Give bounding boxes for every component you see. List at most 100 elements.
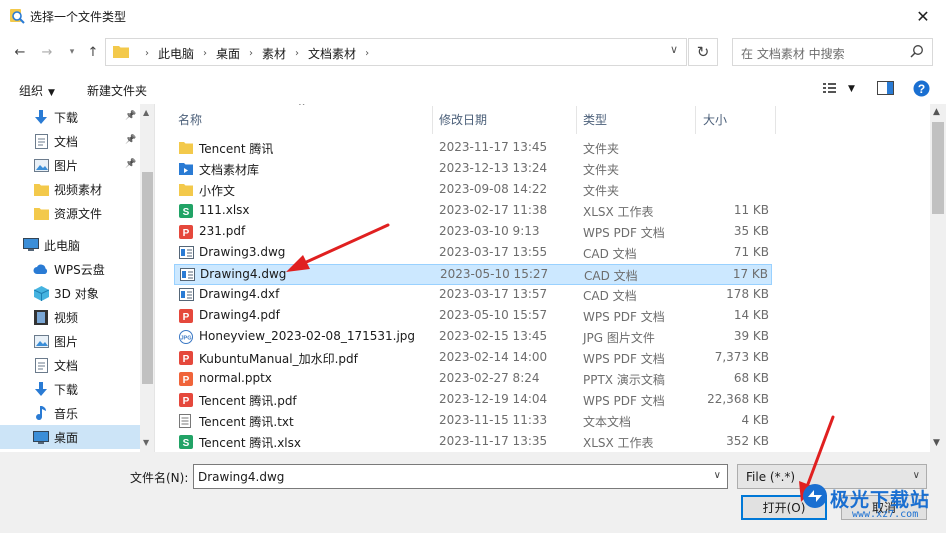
file-size: 71 KB bbox=[733, 245, 769, 259]
nav-item[interactable]: 文档 bbox=[33, 353, 78, 377]
cloud-icon bbox=[33, 261, 49, 277]
nav-item[interactable]: 视频素材 bbox=[33, 177, 102, 201]
table-row[interactable]: S 111.xlsx 2023-02-17 11:38 XLSX 工作表 11 KB bbox=[174, 201, 772, 222]
table-row[interactable]: P KubuntuManual_加水印.pdf 2023-02-14 14:00 WP… bbox=[174, 348, 772, 369]
breadcrumb-item[interactable]: 桌面 bbox=[216, 45, 240, 62]
chevron-down-icon: ∨ bbox=[912, 470, 920, 481]
table-row-selected[interactable]: Drawing4.dwg 2023-05-10 15:27 CAD 文档 17 KB bbox=[174, 264, 772, 285]
file-name: Tencent 腾讯.pdf bbox=[199, 394, 297, 408]
scroll-down-icon[interactable]: ▼ bbox=[933, 438, 940, 448]
recent-locations-button[interactable]: ▾ bbox=[62, 42, 82, 62]
organize-menu[interactable]: 组织 ▼ bbox=[19, 82, 55, 99]
breadcrumb-item[interactable]: 素材 bbox=[262, 45, 286, 62]
refresh-icon: ↻ bbox=[696, 43, 710, 61]
table-row[interactable]: 文档素材库 2023-12-13 13:24 文件夹 bbox=[174, 159, 772, 180]
file-type: 文件夹 bbox=[583, 163, 620, 177]
up-button[interactable]: ↑ bbox=[83, 42, 103, 62]
column-header-date[interactable]: 修改日期 bbox=[439, 104, 487, 134]
video-icon bbox=[33, 309, 49, 325]
chevron-right-icon[interactable]: › bbox=[295, 48, 299, 59]
breadcrumb-item[interactable]: 文档素材 bbox=[308, 45, 356, 62]
file-size: 14 KB bbox=[733, 308, 769, 322]
image-file-icon: JPG bbox=[179, 330, 193, 344]
nav-item-label: 桌面 bbox=[54, 430, 79, 445]
file-size: 39 KB bbox=[733, 329, 769, 343]
nav-scroll-thumb[interactable] bbox=[142, 172, 153, 384]
nav-item[interactable]: 图片 bbox=[33, 153, 78, 177]
table-row[interactable]: Tencent 腾讯 2023-11-17 13:45 文件夹 bbox=[174, 138, 772, 159]
nav-item[interactable]: 视频 bbox=[33, 305, 78, 329]
svg-text:?: ? bbox=[918, 82, 925, 96]
scroll-up-icon[interactable]: ▲ bbox=[933, 107, 940, 117]
nav-item[interactable]: 文档 bbox=[33, 129, 78, 153]
navigation-pane: 下载 📌 文档 📌 图片 📌 视频素材 资源文件 此电脑 WPS云盘 3D 对象 视频 图片 文档 下载 音乐… bbox=[0, 104, 155, 452]
table-row[interactable]: 小作文 2023-09-08 14:22 文件夹 bbox=[174, 180, 772, 201]
preview-pane-icon[interactable] bbox=[877, 81, 894, 96]
nav-item[interactable]: WPS云盘 bbox=[33, 257, 105, 281]
refresh-button[interactable]: ↻ bbox=[688, 38, 718, 66]
nav-item[interactable]: 下载 bbox=[33, 377, 78, 401]
chevron-down-icon[interactable]: ∨ bbox=[714, 470, 721, 481]
sort-ascending-icon: ^ bbox=[298, 104, 306, 112]
nav-item[interactable]: 桌面 bbox=[0, 425, 140, 449]
filename-input[interactable]: Drawing4.dwg ∨ bbox=[193, 464, 728, 489]
nav-scroll-down-icon[interactable]: ▼ bbox=[143, 438, 149, 447]
computer-icon bbox=[23, 237, 39, 253]
special-folder-icon bbox=[179, 162, 193, 176]
search-input[interactable]: 在 文档素材 中搜索 bbox=[732, 38, 933, 66]
table-row[interactable]: Tencent 腾讯.txt 2023-11-15 11:33 文本文档 4 KB bbox=[174, 411, 772, 432]
nav-scroll-up-icon[interactable]: ▲ bbox=[143, 108, 149, 117]
table-row[interactable]: P Drawing4.pdf 2023-05-10 15:57 WPS PDF 文档 1… bbox=[174, 306, 772, 327]
column-header-name[interactable]: 名称 bbox=[178, 104, 202, 134]
view-dropdown-icon[interactable]: ▼ bbox=[848, 84, 855, 94]
breadcrumb-item[interactable]: 此电脑 bbox=[158, 45, 194, 62]
table-row[interactable]: JPG Honeyview_2023-02-08_171531.jpg 2023-0… bbox=[174, 327, 772, 348]
table-row[interactable]: S Tencent 腾讯.xlsx 2023-11-17 13:35 XLSX 工作表… bbox=[174, 432, 772, 452]
nav-item[interactable]: 下载 bbox=[33, 105, 78, 129]
pdf-icon: P bbox=[179, 351, 193, 365]
file-date: 2023-02-14 14:00 bbox=[439, 350, 548, 364]
chevron-right-icon: › bbox=[145, 48, 149, 59]
view-options-icon[interactable] bbox=[823, 81, 839, 95]
table-row[interactable]: P 231.pdf 2023-03-10 9:13 WPS PDF 文档 35 KB bbox=[174, 222, 772, 243]
nav-item[interactable]: 此电脑 bbox=[23, 233, 80, 257]
file-list-scroll-thumb[interactable] bbox=[932, 122, 944, 214]
address-bar[interactable]: › 此电脑 › 桌面 › 素材 › 文档素材 › ∨ bbox=[105, 38, 687, 66]
column-divider[interactable] bbox=[432, 106, 433, 134]
new-folder-button[interactable]: 新建文件夹 bbox=[87, 82, 147, 99]
folder-icon bbox=[113, 46, 129, 58]
document-icon bbox=[33, 357, 49, 373]
app-search-icon bbox=[10, 9, 25, 24]
text-file-icon bbox=[179, 414, 193, 428]
address-history-dropdown[interactable]: ∨ bbox=[670, 43, 678, 56]
filename-value: Drawing4.dwg bbox=[198, 470, 285, 484]
column-divider[interactable] bbox=[695, 106, 696, 134]
nav-item-label: 图片 bbox=[54, 334, 79, 349]
table-row[interactable]: Drawing4.dxf 2023-03-17 13:57 CAD 文档 178 KB bbox=[174, 285, 772, 306]
document-icon bbox=[33, 133, 49, 149]
nav-item[interactable]: 图片 bbox=[33, 329, 78, 353]
table-row[interactable]: Drawing3.dwg 2023-03-17 13:55 CAD 文档 71 KB bbox=[174, 243, 772, 264]
file-name: Honeyview_2023-02-08_171531.jpg bbox=[199, 329, 416, 343]
column-header-type[interactable]: 类型 bbox=[583, 104, 607, 134]
file-size: 178 KB bbox=[726, 287, 769, 301]
chevron-right-icon[interactable]: › bbox=[365, 48, 369, 59]
back-button[interactable]: ← bbox=[10, 42, 30, 62]
nav-item[interactable]: 音乐 bbox=[33, 401, 78, 425]
column-header-size[interactable]: 大小 bbox=[703, 104, 727, 134]
svg-text:S: S bbox=[183, 207, 190, 218]
help-icon[interactable]: ? bbox=[913, 80, 930, 97]
column-divider[interactable] bbox=[576, 106, 577, 134]
pdf-icon: P bbox=[179, 225, 193, 239]
nav-item[interactable]: 资源文件 bbox=[33, 201, 102, 225]
pdf-icon: P bbox=[179, 393, 193, 407]
close-button[interactable]: ✕ bbox=[900, 0, 946, 32]
table-row[interactable]: P Tencent 腾讯.pdf 2023-12-19 14:04 WPS PDF 文… bbox=[174, 390, 772, 411]
nav-item[interactable]: 3D 对象 bbox=[33, 281, 99, 305]
cad-file-icon bbox=[179, 288, 194, 302]
chevron-right-icon[interactable]: › bbox=[203, 48, 207, 59]
table-row[interactable]: Pnormal.pptx 2023-02-27 8:24 PPTX 演示文稿 68 K… bbox=[174, 369, 772, 390]
forward-button[interactable]: → bbox=[37, 42, 57, 62]
chevron-right-icon[interactable]: › bbox=[249, 48, 253, 59]
column-divider[interactable] bbox=[775, 106, 776, 134]
